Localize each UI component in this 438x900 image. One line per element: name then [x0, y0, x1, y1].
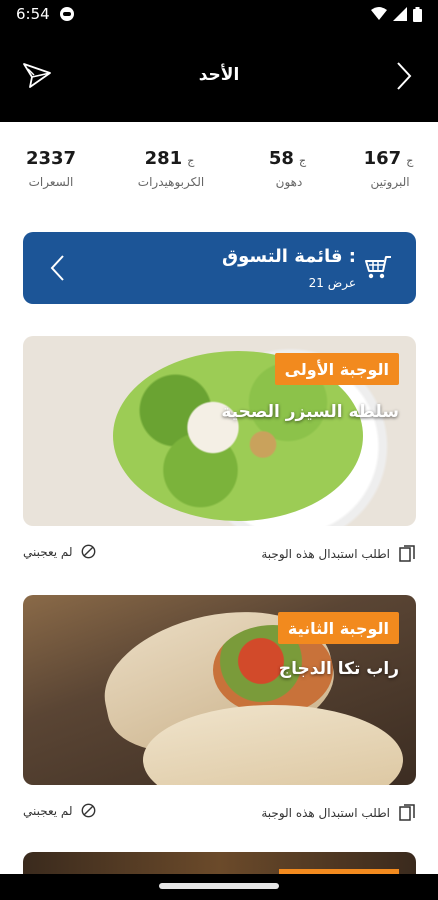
ban-icon — [81, 544, 95, 559]
macro-label: الكربوهيدرات — [137, 175, 205, 189]
macro-unit: ج — [406, 154, 414, 167]
cart-icon — [365, 256, 391, 279]
dislike-label: لم يعجبني — [23, 544, 73, 559]
system-nav-bar — [0, 874, 438, 900]
swap-icon — [399, 545, 415, 562]
dislike-label: لم يعجبني — [23, 803, 73, 818]
meal-card[interactable]: الوجبة الثانية راب تكا الدجاج — [23, 595, 416, 785]
macro-value: 58 — [268, 148, 294, 169]
chevron-left-icon — [50, 255, 64, 281]
send-icon[interactable] — [22, 61, 52, 89]
replace-meal-label: اطلب استبدال هذه الوجبة — [261, 806, 390, 820]
status-bar: 6:54 — [0, 0, 438, 28]
ban-icon — [81, 803, 95, 818]
macro-value: 2337 — [25, 148, 77, 169]
home-handle[interactable] — [159, 883, 279, 889]
macro-unit: ج — [299, 154, 307, 167]
battery-icon — [413, 6, 422, 22]
app-bar: الأحد — [0, 28, 438, 122]
macro-label: البروتين — [370, 175, 410, 189]
wifi-icon — [371, 7, 387, 20]
macro-carbs: 281 ج الكربوهيدرات — [126, 148, 216, 189]
macro-label: السعرات — [28, 175, 74, 189]
signal-icon — [393, 7, 407, 21]
macro-value: 281 — [144, 148, 183, 169]
shopping-list-title: قائمة التسوق : — [222, 246, 356, 267]
meal-tag: الوجبة الأولى — [274, 353, 399, 385]
shopping-list-count: 21 عرض — [308, 276, 356, 290]
dislike-button[interactable]: لم يعجبني — [23, 803, 96, 818]
macro-calories: 2337 السعرات — [6, 148, 96, 189]
macro-unit: ج — [187, 154, 195, 167]
macro-protein: 167 ج البروتين — [345, 148, 435, 189]
macros-summary: 167 ج البروتين 58 ج دهون 281 ج الكربوهيد… — [0, 148, 438, 208]
meal-name: راب تكا الدجاج — [278, 659, 399, 679]
shopping-list-card[interactable]: قائمة التسوق : 21 عرض — [23, 232, 416, 304]
meal-actions: اطلب استبدال هذه الوجبة لم يعجبني — [23, 544, 416, 568]
meal-actions: اطلب استبدال هذه الوجبة لم يعجبني — [23, 803, 416, 827]
macro-fat: 58 ج دهون — [244, 148, 334, 189]
swap-icon — [399, 804, 415, 821]
meal-name: سلطه السيزر الصحية — [221, 402, 399, 422]
status-time: 6:54 — [16, 5, 50, 23]
meal-card[interactable]: الوجبة الأولى سلطه السيزر الصحية — [23, 336, 416, 526]
notification-icon — [59, 7, 74, 21]
macro-value: 167 — [363, 148, 402, 169]
meal-tag: الوجبة الثانية — [277, 612, 399, 644]
replace-meal-label: اطلب استبدال هذه الوجبة — [261, 547, 390, 561]
replace-meal-button[interactable]: اطلب استبدال هذه الوجبة — [261, 544, 416, 564]
replace-meal-button[interactable]: اطلب استبدال هذه الوجبة — [261, 803, 416, 823]
chevron-right-icon[interactable] — [396, 61, 412, 91]
dislike-button[interactable]: لم يعجبني — [23, 544, 96, 559]
macro-label: دهون — [275, 175, 303, 189]
page-title: الأحد — [198, 65, 240, 85]
